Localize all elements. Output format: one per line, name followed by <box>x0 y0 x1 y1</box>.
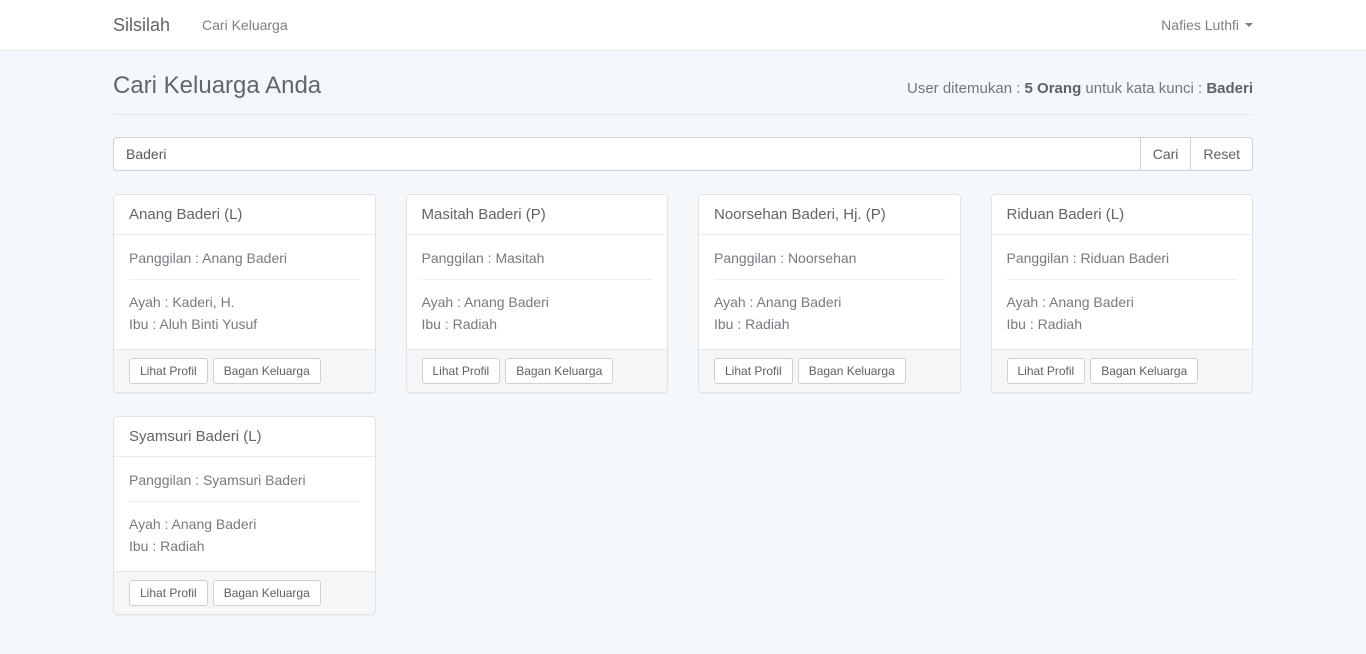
result-keyword: Baderi <box>1206 80 1253 97</box>
person-mother: Ibu : Radiah <box>129 535 360 557</box>
card-divider <box>1007 279 1238 280</box>
nav-link-cari-keluarga[interactable]: Cari Keluarga <box>202 17 288 33</box>
person-card-title: Syamsuri Baderi (L) <box>114 417 375 457</box>
page-header: Cari Keluarga Anda User ditemukan : 5 Or… <box>113 72 1253 115</box>
lihat-profil-button[interactable]: Lihat Profil <box>422 358 501 384</box>
card-divider <box>129 279 360 280</box>
navbar: Silsilah Cari Keluarga Nafies Luthfi <box>0 0 1366 51</box>
reset-button[interactable]: Reset <box>1190 137 1253 171</box>
card-column: Masitah Baderi (P) Panggilan : Masitah A… <box>391 194 684 393</box>
person-card: Anang Baderi (L) Panggilan : Anang Bader… <box>113 194 376 393</box>
result-summary-middle: untuk kata kunci : <box>1081 80 1206 97</box>
person-card: Syamsuri Baderi (L) Panggilan : Syamsuri… <box>113 416 376 615</box>
lihat-profil-button[interactable]: Lihat Profil <box>129 358 208 384</box>
person-card-title: Riduan Baderi (L) <box>992 195 1253 235</box>
result-summary: User ditemukan : 5 Orang untuk kata kunc… <box>907 80 1253 97</box>
search-form: Cari Reset <box>113 137 1253 171</box>
person-mother: Ibu : Radiah <box>422 313 653 335</box>
person-card-body: Panggilan : Noorsehan Ayah : Anang Bader… <box>699 235 960 349</box>
person-nickname: Panggilan : Masitah <box>422 248 653 268</box>
card-column: Noorsehan Baderi, Hj. (P) Panggilan : No… <box>683 194 976 393</box>
person-card: Riduan Baderi (L) Panggilan : Riduan Bad… <box>991 194 1254 393</box>
person-father: Ayah : Kaderi, H. <box>129 291 360 313</box>
person-card-footer: Lihat Profil Bagan Keluarga <box>114 571 375 614</box>
page-title: Cari Keluarga Anda <box>113 72 321 100</box>
bagan-keluarga-button[interactable]: Bagan Keluarga <box>1090 358 1198 384</box>
card-divider <box>422 279 653 280</box>
person-mother: Ibu : Aluh Binti Yusuf <box>129 313 360 335</box>
person-father: Ayah : Anang Baderi <box>422 291 653 313</box>
navbar-brand[interactable]: Silsilah <box>113 15 170 36</box>
caret-down-icon <box>1245 23 1253 27</box>
person-nickname: Panggilan : Anang Baderi <box>129 248 360 268</box>
result-count: 5 Orang <box>1025 80 1082 97</box>
cards-grid: Anang Baderi (L) Panggilan : Anang Bader… <box>98 194 1268 638</box>
card-column: Anang Baderi (L) Panggilan : Anang Bader… <box>98 194 391 393</box>
lihat-profil-button[interactable]: Lihat Profil <box>714 358 793 384</box>
user-menu-label: Nafies Luthfi <box>1161 17 1239 33</box>
person-card-title: Noorsehan Baderi, Hj. (P) <box>699 195 960 235</box>
person-card-footer: Lihat Profil Bagan Keluarga <box>407 349 668 392</box>
person-card-title: Masitah Baderi (P) <box>407 195 668 235</box>
cari-button[interactable]: Cari <box>1140 137 1192 171</box>
person-card-footer: Lihat Profil Bagan Keluarga <box>114 349 375 392</box>
search-input[interactable] <box>113 137 1141 171</box>
person-father: Ayah : Anang Baderi <box>1007 291 1238 313</box>
card-divider <box>129 501 360 502</box>
person-card-title: Anang Baderi (L) <box>114 195 375 235</box>
lihat-profil-button[interactable]: Lihat Profil <box>129 580 208 606</box>
lihat-profil-button[interactable]: Lihat Profil <box>1007 358 1086 384</box>
card-column: Riduan Baderi (L) Panggilan : Riduan Bad… <box>976 194 1269 393</box>
bagan-keluarga-button[interactable]: Bagan Keluarga <box>505 358 613 384</box>
person-father: Ayah : Anang Baderi <box>714 291 945 313</box>
person-card-body: Panggilan : Masitah Ayah : Anang Baderi … <box>407 235 668 349</box>
person-card-body: Panggilan : Syamsuri Baderi Ayah : Anang… <box>114 457 375 571</box>
person-card-footer: Lihat Profil Bagan Keluarga <box>699 349 960 392</box>
bagan-keluarga-button[interactable]: Bagan Keluarga <box>798 358 906 384</box>
person-mother: Ibu : Radiah <box>714 313 945 335</box>
result-summary-prefix: User ditemukan : <box>907 80 1025 97</box>
card-column: Syamsuri Baderi (L) Panggilan : Syamsuri… <box>98 416 391 615</box>
person-card: Noorsehan Baderi, Hj. (P) Panggilan : No… <box>698 194 961 393</box>
person-nickname: Panggilan : Syamsuri Baderi <box>129 470 360 490</box>
person-mother: Ibu : Radiah <box>1007 313 1238 335</box>
person-nickname: Panggilan : Noorsehan <box>714 248 945 268</box>
bagan-keluarga-button[interactable]: Bagan Keluarga <box>213 580 321 606</box>
person-card-body: Panggilan : Anang Baderi Ayah : Kaderi, … <box>114 235 375 349</box>
user-menu[interactable]: Nafies Luthfi <box>1161 17 1253 33</box>
person-father: Ayah : Anang Baderi <box>129 513 360 535</box>
main-content: Cari Keluarga Anda User ditemukan : 5 Or… <box>98 72 1268 638</box>
person-card-body: Panggilan : Riduan Baderi Ayah : Anang B… <box>992 235 1253 349</box>
person-card: Masitah Baderi (P) Panggilan : Masitah A… <box>406 194 669 393</box>
person-nickname: Panggilan : Riduan Baderi <box>1007 248 1238 268</box>
person-card-footer: Lihat Profil Bagan Keluarga <box>992 349 1253 392</box>
bagan-keluarga-button[interactable]: Bagan Keluarga <box>213 358 321 384</box>
card-divider <box>714 279 945 280</box>
